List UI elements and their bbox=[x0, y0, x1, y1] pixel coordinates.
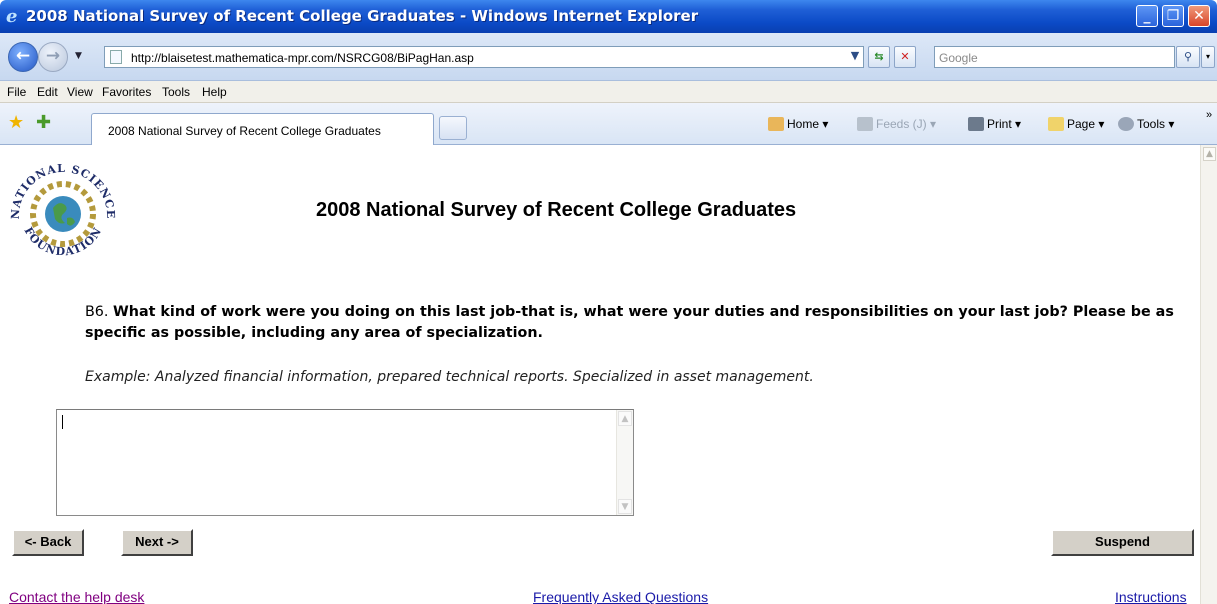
internet-explorer-icon: e bbox=[6, 6, 18, 27]
print-button[interactable]: Print ▾ bbox=[968, 117, 1021, 131]
page-scrollbar[interactable]: ▲ bbox=[1200, 145, 1217, 604]
home-icon bbox=[768, 117, 784, 131]
question-text: What kind of work were you doing on this… bbox=[85, 304, 1174, 341]
feeds-label: Feeds (J) bbox=[876, 117, 927, 131]
forward-nav-button[interactable]: → bbox=[38, 42, 68, 72]
page-heading: 2008 National Survey of Recent College G… bbox=[316, 199, 797, 221]
search-input[interactable]: Google bbox=[934, 46, 1175, 68]
favorites-star-icon[interactable]: ★ bbox=[8, 112, 24, 133]
back-nav-button[interactable]: ← bbox=[8, 42, 38, 72]
gear-icon bbox=[1118, 117, 1134, 131]
recent-pages-dropdown-icon[interactable]: ▼ bbox=[75, 51, 82, 61]
feeds-icon bbox=[857, 117, 873, 131]
restore-button[interactable]: ❐ bbox=[1162, 5, 1184, 27]
print-label: Print bbox=[987, 117, 1012, 131]
stop-icon[interactable]: ✕ bbox=[894, 46, 916, 68]
address-dropdown-icon[interactable]: ▼ bbox=[844, 46, 866, 68]
home-button[interactable]: Home ▾ bbox=[768, 117, 828, 131]
text-caret bbox=[62, 415, 63, 429]
scroll-down-icon[interactable]: ▼ bbox=[618, 499, 632, 514]
menu-help[interactable]: Help bbox=[202, 85, 227, 99]
page-scroll-up-icon[interactable]: ▲ bbox=[1203, 147, 1216, 161]
tools-label: Tools bbox=[1137, 117, 1166, 131]
page-icon bbox=[110, 50, 122, 64]
refresh-icon[interactable]: ⇆ bbox=[868, 46, 890, 68]
menu-file[interactable]: File bbox=[7, 85, 26, 99]
minimize-button[interactable]: _ bbox=[1136, 5, 1158, 27]
question-number: B6. bbox=[85, 304, 109, 320]
page-label: Page bbox=[1067, 117, 1096, 131]
home-label: Home bbox=[787, 117, 820, 131]
tab-command-bar: ★ ✚ 2008 National Survey of Recent Colle… bbox=[0, 103, 1217, 145]
search-icon[interactable]: ⚲ bbox=[1176, 46, 1200, 68]
tab-active[interactable]: 2008 National Survey of Recent College G… bbox=[91, 113, 434, 145]
answer-scrollbar[interactable]: ▲ ▼ bbox=[616, 410, 633, 515]
question-block: B6. What kind of work were you doing on … bbox=[85, 302, 1195, 344]
address-toolbar: ← → ▼ http://blaisetest.mathematica-mpr.… bbox=[0, 33, 1217, 81]
address-url: http://blaisetest.mathematica-mpr.com/NS… bbox=[131, 51, 474, 65]
search-options-icon[interactable]: ▾ bbox=[1201, 46, 1215, 68]
tools-menu-button[interactable]: Tools ▾ bbox=[1118, 117, 1174, 131]
window-title-bar: e 2008 National Survey of Recent College… bbox=[0, 0, 1217, 33]
help-desk-link[interactable]: Contact the help desk bbox=[9, 589, 144, 604]
suspend-button[interactable]: Suspend bbox=[1051, 529, 1194, 556]
close-window-button[interactable]: ✕ bbox=[1188, 5, 1210, 27]
feeds-button[interactable]: Feeds (J) ▾ bbox=[857, 117, 936, 131]
tab-label: 2008 National Survey of Recent College G… bbox=[108, 124, 381, 138]
answer-textarea[interactable]: ▲ ▼ bbox=[56, 409, 634, 516]
scroll-up-icon[interactable]: ▲ bbox=[618, 411, 632, 426]
menu-tools[interactable]: Tools bbox=[162, 85, 190, 99]
page-icon-cmd bbox=[1048, 117, 1064, 131]
faq-link[interactable]: Frequently Asked Questions bbox=[533, 589, 708, 604]
menu-favorites[interactable]: Favorites bbox=[102, 85, 151, 99]
nsf-logo: NATIONAL SCIENCE FOUNDATION bbox=[9, 162, 116, 259]
new-tab-button[interactable] bbox=[439, 116, 467, 140]
menu-bar: File Edit View Favorites Tools Help bbox=[0, 81, 1217, 103]
menu-edit[interactable]: Edit bbox=[37, 85, 58, 99]
page-content: NATIONAL SCIENCE FOUNDATION 2008 Nationa… bbox=[0, 145, 1217, 604]
example-text: Example: Analyzed financial information,… bbox=[85, 369, 814, 385]
next-button[interactable]: Next -> bbox=[121, 529, 193, 556]
instructions-link[interactable]: Instructions bbox=[1115, 589, 1187, 604]
menu-view[interactable]: View bbox=[67, 85, 93, 99]
page-menu-button[interactable]: Page ▾ bbox=[1048, 117, 1104, 131]
chevron-more-icon[interactable]: » bbox=[1206, 109, 1212, 121]
add-favorite-icon[interactable]: ✚ bbox=[36, 112, 51, 133]
address-input[interactable]: http://blaisetest.mathematica-mpr.com/NS… bbox=[104, 46, 864, 68]
printer-icon bbox=[968, 117, 984, 131]
back-button[interactable]: <- Back bbox=[12, 529, 84, 556]
search-placeholder: Google bbox=[939, 51, 978, 65]
window-title: 2008 National Survey of Recent College G… bbox=[26, 7, 699, 25]
